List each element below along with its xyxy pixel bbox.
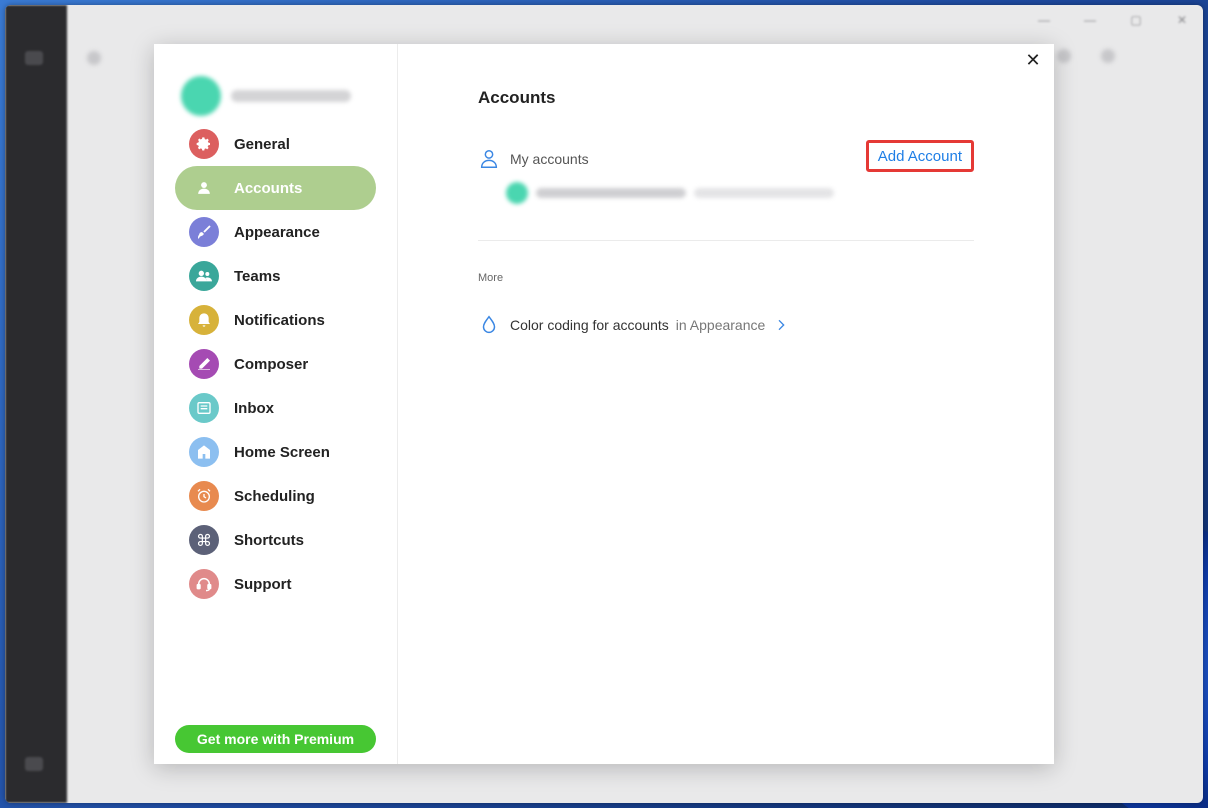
person-icon [189,173,219,203]
window-close-icon[interactable]: ✕ [1171,13,1193,27]
profile-email [231,90,351,102]
settings-nav: General Accounts Appearance Teams Notifi… [175,122,376,606]
settings-dialog: General Accounts Appearance Teams Notifi… [154,44,1054,764]
sidebar-item-shortcuts[interactable]: ⌘ Shortcuts [175,518,376,562]
inbox-icon [189,393,219,423]
app-rail [5,5,67,803]
sidebar-item-label: Scheduling [234,487,315,505]
bell-icon [189,305,219,335]
sidebar-item-accounts[interactable]: Accounts [175,166,376,210]
account-email [536,188,686,198]
settings-content: ✕ Accounts My accounts Add Account More … [398,44,1054,764]
sidebar-item-label: Shortcuts [234,531,305,549]
pencil-icon [189,349,219,379]
section-divider [478,240,974,241]
account-list-item[interactable] [506,182,834,204]
avatar [181,76,221,116]
color-coding-sublabel: in Appearance [675,317,766,333]
sidebar-item-label: Composer [234,355,309,373]
account-alias [694,188,834,198]
restore-icon[interactable]: — [1079,13,1101,27]
people-icon [189,261,219,291]
sidebar-item-composer[interactable]: Composer [175,342,376,386]
account-avatar [506,182,528,204]
toolbar-search-icon [1057,49,1071,63]
close-icon[interactable]: ✕ [1024,52,1042,70]
color-coding-label: Color coding for accounts [510,317,669,333]
gear-icon [189,129,219,159]
my-accounts-label: My accounts [510,151,589,167]
sidebar-item-general[interactable]: General [175,122,376,166]
sidebar-item-label: General [234,135,290,153]
my-accounts-section: My accounts Add Account [478,140,974,174]
sidebar-item-label: Home Screen [234,443,330,461]
color-coding-link[interactable]: Color coding for accounts in Appearance [478,312,789,338]
toolbar-compose-icon [1101,49,1115,63]
sidebar-item-label: Support [234,575,292,593]
headset-icon [189,569,219,599]
more-section-label: More [478,272,504,284]
maximize-icon[interactable]: ▢ [1125,13,1147,27]
sidebar-item-home-screen[interactable]: Home Screen [175,430,376,474]
brush-icon [189,217,219,247]
toolbar-back-icon [87,51,101,65]
sidebar-item-appearance[interactable]: Appearance [175,210,376,254]
get-premium-button[interactable]: Get more with Premium [175,725,376,753]
sidebar-item-support[interactable]: Support [175,562,376,606]
sidebar-item-label: Inbox [234,399,274,417]
sidebar-item-label: Accounts [234,179,303,197]
chevron-right-icon [778,319,785,331]
drop-icon [482,315,496,333]
sidebar-item-inbox[interactable]: Inbox [175,386,376,430]
sidebar-item-notifications[interactable]: Notifications [175,298,376,342]
minimize-icon[interactable]: — [1033,13,1055,27]
sidebar-item-teams[interactable]: Teams [175,254,376,298]
sidebar-item-label: Teams [234,267,281,285]
command-icon: ⌘ [189,525,219,555]
window-controls: — — ▢ ✕ [1033,13,1193,27]
add-account-button[interactable]: Add Account [865,140,974,172]
rail-settings-icon [25,757,43,771]
sidebar-item-label: Notifications [234,311,325,329]
rail-menu-icon [25,51,43,65]
profile-header[interactable] [181,76,351,116]
alarm-clock-icon [189,481,219,511]
page-title: Accounts [478,88,556,107]
home-icon [189,437,219,467]
settings-sidebar: General Accounts Appearance Teams Notifi… [154,44,398,764]
sidebar-item-scheduling[interactable]: Scheduling [175,474,376,518]
person-outline-icon [480,150,498,168]
sidebar-item-label: Appearance [234,223,320,241]
